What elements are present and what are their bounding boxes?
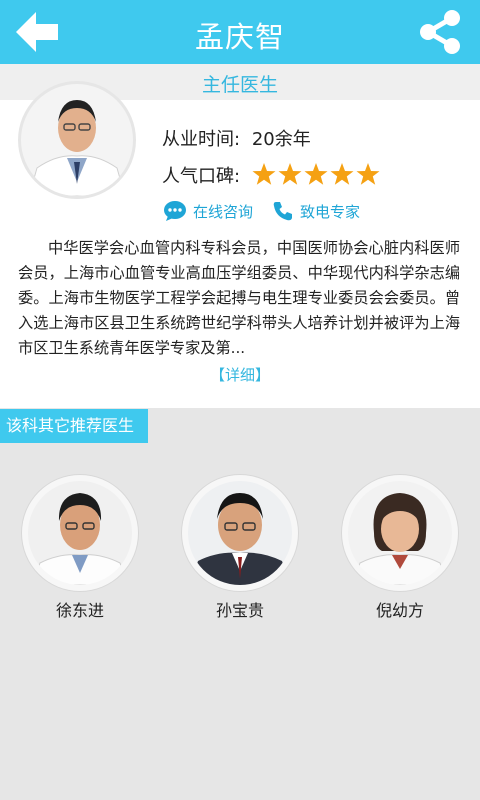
doctor-profile-card: 主任医生 从业时间: 20余年 人气口碑: 在线咨询 致电专家 中华医学会心血管… [0, 64, 480, 408]
doctor-avatar [182, 475, 298, 591]
top-bar: 孟庆智 [0, 0, 480, 64]
doctor-portrait [28, 481, 132, 585]
online-consult-label: 在线咨询 [193, 202, 254, 221]
recommended-doctor[interactable]: 徐东进 [21, 475, 139, 621]
popularity-row: 人气口碑: [162, 162, 240, 188]
doctor-portrait [21, 84, 133, 196]
doctor-portrait [348, 481, 452, 585]
star-icon [330, 163, 354, 185]
call-expert-button[interactable]: 致电专家 [272, 200, 360, 222]
call-expert-label: 致电专家 [300, 202, 361, 221]
share-icon [420, 10, 460, 54]
page-title: 孟庆智 [194, 20, 285, 54]
recommended-doctor[interactable]: 孙宝贵 [181, 475, 299, 621]
doctor-avatar [342, 475, 458, 591]
doctor-name: 孙宝贵 [215, 601, 264, 620]
detail-link[interactable]: 【详细】 [0, 364, 480, 385]
recommended-doctors-header: 该科其它推荐医生 [0, 409, 149, 443]
star-icon [356, 163, 380, 185]
star-icon [304, 163, 328, 185]
star-icon [278, 163, 302, 185]
popularity-label: 人气口碑: [162, 166, 241, 187]
phone-icon [273, 202, 292, 221]
chat-bubble-icon [164, 201, 186, 221]
experience-value: 20余年 [251, 129, 311, 150]
doctor-name: 倪幼方 [375, 601, 424, 620]
doctor-name: 徐东进 [55, 601, 104, 620]
doctor-avatar [18, 81, 136, 199]
online-consult-button[interactable]: 在线咨询 [163, 200, 253, 222]
experience-row: 从业时间: 20余年 [162, 125, 311, 151]
share-button[interactable] [416, 8, 464, 56]
recommended-doctor[interactable]: 倪幼方 [341, 475, 459, 621]
doctor-bio: 中华医学会心血管内科专科会员，中国医师协会心脏内科医师会员，上海市心血管专业高血… [18, 239, 460, 357]
doctor-avatar [22, 475, 138, 591]
doctor-portrait [188, 481, 292, 585]
rating-stars [252, 162, 380, 186]
star-icon [252, 163, 276, 185]
experience-label: 从业时间: [162, 129, 241, 150]
